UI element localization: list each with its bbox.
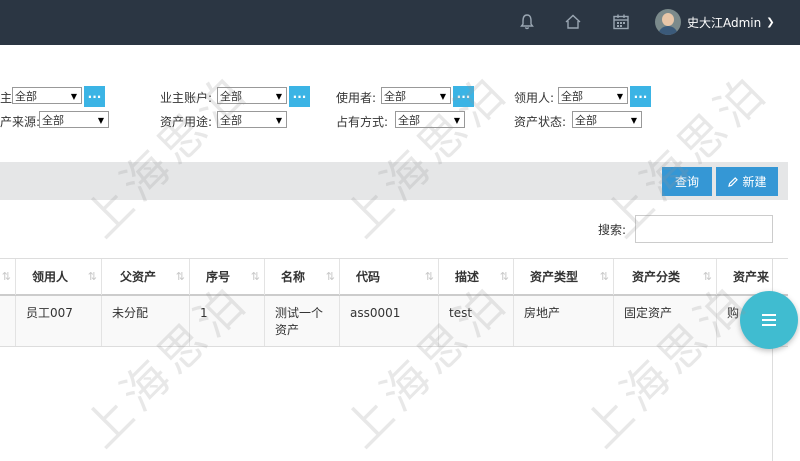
- column-header-label: 描述: [455, 270, 480, 284]
- new-button[interactable]: 新建: [716, 167, 778, 196]
- recipient-select-value: 全部: [561, 90, 583, 103]
- query-button-label: 查询: [674, 175, 699, 189]
- owner-account-select-value: 全部: [220, 90, 242, 103]
- search-input[interactable]: [635, 215, 773, 243]
- asset-usage-select-value: 全部: [220, 114, 242, 127]
- column-header-label: 资产类型: [530, 270, 579, 284]
- avatar: [655, 9, 681, 35]
- owner-account-select[interactable]: 全部 ▼: [217, 87, 287, 104]
- column-header-parent-asset[interactable]: 父资产 ⇅: [102, 259, 190, 295]
- table-row[interactable]: 员工007 未分配 1 测试一个资产 ass0001 test 房地产 固定资产…: [0, 296, 788, 347]
- table-cell-asset-category: 固定资产: [614, 296, 717, 346]
- user-menu[interactable]: 史大江Admin ❯: [655, 9, 775, 35]
- column-header-code[interactable]: 代码 ⇅: [340, 259, 439, 295]
- scroll-edge: [772, 258, 773, 461]
- owner-lookup-button[interactable]: ...: [84, 86, 105, 107]
- owner-account-filter-label: 业主账户:: [160, 91, 213, 105]
- table-cell-recipient: 员工007: [16, 296, 102, 346]
- column-header-label: 父资产: [120, 270, 157, 284]
- asset-usage-filter-label: 资产用途:: [160, 115, 213, 129]
- search-label: 搜索:: [598, 223, 627, 237]
- table-cell-description: test: [439, 296, 514, 346]
- column-header-asset-source[interactable]: 资产来: [717, 259, 788, 295]
- asset-source-select[interactable]: 全部 ▼: [39, 111, 109, 128]
- column-header-previous[interactable]: ⇅: [0, 259, 16, 295]
- asset-status-filter-label: 资产状态:: [514, 115, 567, 129]
- user-lookup-button[interactable]: ...: [453, 86, 474, 107]
- user-name: 史大江Admin: [687, 15, 762, 30]
- asset-source-select-value: 全部: [42, 114, 64, 127]
- asset-usage-select[interactable]: 全部 ▼: [217, 111, 287, 128]
- top-navbar: 史大江Admin ❯: [0, 0, 800, 45]
- column-header-asset-type[interactable]: 资产类型 ⇅: [514, 259, 614, 295]
- table-cell-code: ass0001: [340, 296, 439, 346]
- menu-icon: [762, 314, 776, 326]
- table-cell-name: 测试一个资产: [265, 296, 340, 346]
- table-cell-parent-asset: 未分配: [102, 296, 190, 346]
- asset-status-select[interactable]: 全部 ▼: [572, 111, 642, 128]
- possession-mode-select[interactable]: 全部 ▼: [395, 111, 465, 128]
- column-header-label: 代码: [356, 270, 381, 284]
- asset-status-select-value: 全部: [575, 114, 597, 127]
- owner-select-value: 全部: [15, 90, 37, 103]
- column-header-asset-category[interactable]: 资产分类 ⇅: [614, 259, 717, 295]
- column-header-seq[interactable]: 序号 ⇅: [190, 259, 265, 295]
- new-button-label: 新建: [742, 175, 767, 189]
- recipient-select[interactable]: 全部 ▼: [558, 87, 628, 104]
- column-header-label: 领用人: [32, 270, 69, 284]
- column-header-label: 序号: [206, 270, 231, 284]
- user-filter-label: 使用者:: [336, 91, 377, 105]
- owner-account-lookup-button[interactable]: ...: [289, 86, 310, 107]
- calendar-icon[interactable]: [611, 12, 631, 32]
- watermark: 上海思泊: [333, 62, 519, 248]
- query-button[interactable]: 查询: [662, 167, 712, 196]
- pencil-icon: [728, 176, 739, 187]
- user-select[interactable]: 全部 ▼: [381, 87, 451, 104]
- recipient-lookup-button[interactable]: ...: [630, 86, 651, 107]
- table-cell-asset-type: 房地产: [514, 296, 614, 346]
- table-cell: [0, 296, 16, 346]
- column-header-label: 资产分类: [632, 270, 681, 284]
- chevron-down-icon: ❯: [766, 16, 775, 28]
- home-icon[interactable]: [563, 12, 583, 32]
- column-header-description[interactable]: 描述 ⇅: [439, 259, 514, 295]
- table-header-row: ⇅ 领用人 ⇅ 父资产 ⇅ 序号 ⇅ 名称 ⇅ 代码 ⇅ 描述 ⇅ 资产类型 ⇅ 资产分类 ⇅ …: [0, 258, 788, 296]
- column-header-label: 资产来: [733, 270, 770, 284]
- floating-menu-button[interactable]: [740, 291, 798, 349]
- column-header-recipient[interactable]: 领用人 ⇅: [16, 259, 102, 295]
- owner-select[interactable]: 全部 ▼: [12, 87, 82, 104]
- asset-source-filter-label: 产来源:: [0, 115, 41, 129]
- possession-mode-filter-label: 占有方式:: [336, 115, 389, 129]
- table-cell-seq: 1: [190, 296, 265, 346]
- user-select-value: 全部: [384, 90, 406, 103]
- possession-mode-select-value: 全部: [398, 114, 420, 127]
- bell-icon[interactable]: [517, 12, 537, 32]
- recipient-filter-label: 领用人:: [514, 91, 555, 105]
- column-header-name[interactable]: 名称 ⇅: [265, 259, 340, 295]
- column-header-label: 名称: [281, 270, 306, 284]
